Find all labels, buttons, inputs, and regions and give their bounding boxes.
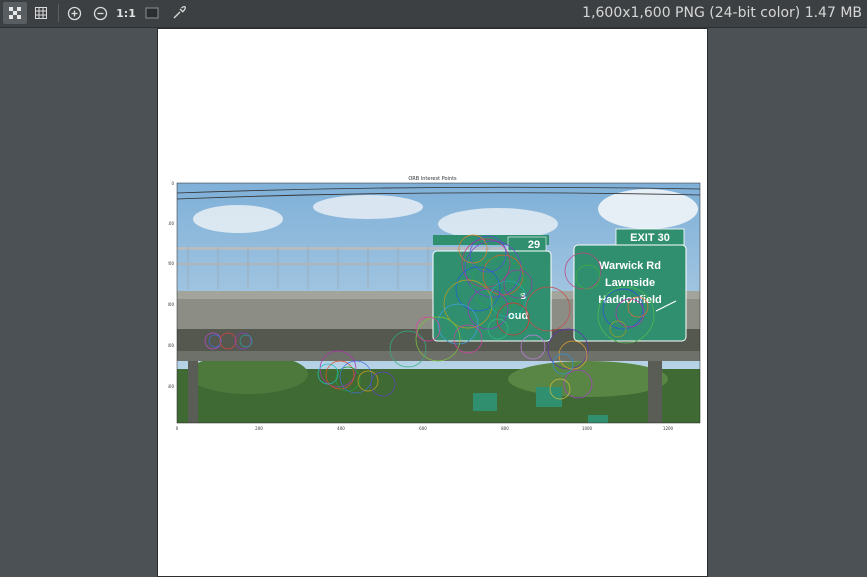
x-tick-1000: 1000 <box>582 426 593 431</box>
y-tick-0: 0 <box>171 181 174 186</box>
color-picker-icon[interactable] <box>167 2 191 24</box>
photo: 29 s oud EXIT 30 Warwick Rd Lawnside Had… <box>177 183 700 423</box>
toolbar-separator <box>58 4 59 22</box>
y-tick-300: 300 <box>168 302 174 307</box>
actual-size-label: 1:1 <box>116 6 136 20</box>
x-tick-0: 0 <box>176 426 179 431</box>
viewer-toolbar: 1:1 1,600x1,600 PNG (24-bit color) 1.47 … <box>0 0 867 28</box>
y-tick-500: 500 <box>168 384 174 389</box>
y-tick-200: 200 <box>168 261 174 266</box>
sign-right-exit: EXIT 30 <box>630 232 670 244</box>
image-info: 1,600x1,600 PNG (24-bit color) 1.47 MB <box>582 5 862 21</box>
x-tick-400: 400 <box>337 426 345 431</box>
sign-right-line-1: Warwick Rd <box>599 260 661 272</box>
x-axis: 0 200 400 600 800 1000 1200 <box>176 426 674 431</box>
y-axis: 0 100 200 300 400 500 <box>168 181 174 389</box>
y-tick-400: 400 <box>168 343 174 348</box>
x-tick-600: 600 <box>419 426 427 431</box>
x-tick-1200: 1200 <box>663 426 674 431</box>
zoom-in-icon[interactable] <box>62 2 86 24</box>
zoom-out-icon[interactable] <box>88 2 112 24</box>
image-canvas[interactable]: ORB Interest Points 29 s oud EXIT 30 War… <box>157 28 708 577</box>
sign-left-text-2: oud <box>508 310 528 322</box>
y-tick-100: 100 <box>168 221 174 226</box>
actual-size-button[interactable]: 1:1 <box>114 2 138 24</box>
background-icon[interactable] <box>140 2 164 24</box>
fit-to-window-icon[interactable] <box>3 2 27 24</box>
sign-left-exit: 29 <box>528 239 540 251</box>
x-tick-200: 200 <box>255 426 263 431</box>
figure-plot: 29 s oud EXIT 30 Warwick Rd Lawnside Had… <box>168 181 701 431</box>
x-tick-800: 800 <box>501 426 509 431</box>
grid-icon[interactable] <box>29 2 53 24</box>
